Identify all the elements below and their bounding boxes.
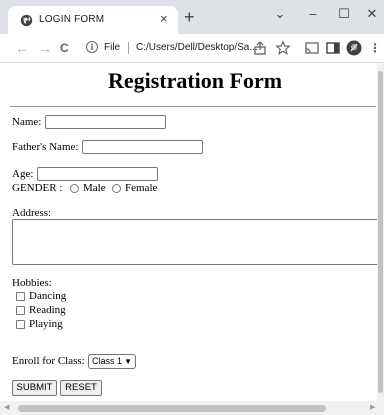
back-button[interactable]: ← <box>15 39 29 57</box>
hobby-reading-label: Reading <box>29 304 66 316</box>
hobby-reading-checkbox[interactable] <box>16 306 25 315</box>
tab-search-dropdown-icon[interactable]: ⌄ <box>270 4 290 24</box>
profile-icon[interactable] <box>346 40 362 56</box>
horizontal-scroll-thumb[interactable] <box>18 405 326 412</box>
gender-male-radio[interactable] <box>70 184 79 193</box>
gender-female-radio[interactable] <box>112 184 121 193</box>
hobby-playing-checkbox[interactable] <box>16 320 25 329</box>
info-icon[interactable]: i <box>86 41 98 53</box>
star-icon[interactable] <box>275 40 291 56</box>
scroll-right-icon[interactable]: ▶ <box>370 403 375 413</box>
gender-female-label: Female <box>125 182 158 194</box>
cast-icon[interactable] <box>304 40 320 56</box>
sidepanel-icon[interactable] <box>325 40 341 56</box>
vertical-scrollbar[interactable] <box>377 63 384 401</box>
class-select[interactable]: Class 1 ▼ <box>88 354 136 369</box>
page-title: Registration Form <box>107 68 283 93</box>
submit-button[interactable]: SUBMIT <box>12 380 57 396</box>
address-textarea[interactable] <box>12 219 377 265</box>
minimize-button[interactable]: – <box>303 4 323 24</box>
page-viewport: Registration Form Name: Father's Name: A… <box>0 63 377 401</box>
scroll-left-icon[interactable]: ◀ <box>4 403 9 413</box>
new-tab-button[interactable]: + <box>184 8 195 26</box>
address-separator <box>128 42 129 54</box>
name-label: Name: <box>12 116 42 128</box>
close-window-button[interactable]: ✕ <box>362 4 382 24</box>
address-scheme: File <box>104 42 121 53</box>
globe-icon <box>20 14 33 27</box>
reload-button[interactable]: C <box>60 39 69 57</box>
hobby-dancing-label: Dancing <box>29 290 67 302</box>
hobby-playing-label: Playing <box>29 318 63 330</box>
vertical-scroll-thumb[interactable] <box>378 71 383 393</box>
menu-icon[interactable]: ⋮ <box>369 40 381 56</box>
father-name-label: Father's Name: <box>12 141 79 153</box>
class-label: Enroll for Class: <box>12 355 85 367</box>
close-tab-icon[interactable]: × <box>160 11 168 27</box>
tab-title: LOGIN FORM <box>39 14 105 25</box>
browser-toolbar: ← → C i File C:/Users/Dell/Desktop/Sa...… <box>0 34 384 63</box>
forward-button[interactable]: → <box>38 39 52 57</box>
father-name-input[interactable] <box>82 140 203 154</box>
gender-male-label: Male <box>83 182 106 194</box>
class-select-value: Class 1 <box>92 356 123 366</box>
chevron-down-icon: ▼ <box>124 357 132 366</box>
gender-label: GENDER : <box>12 182 63 194</box>
hobby-dancing-checkbox[interactable] <box>16 292 25 301</box>
title-divider <box>10 106 376 107</box>
reset-button[interactable]: RESET <box>60 380 102 396</box>
share-icon[interactable] <box>252 40 268 56</box>
name-input[interactable] <box>45 115 166 129</box>
tab-strip: LOGIN FORM × + ⌄ – ☐ ✕ <box>0 0 384 34</box>
maximize-button[interactable]: ☐ <box>334 4 354 24</box>
hobbies-label: Hobbies: <box>12 277 52 289</box>
horizontal-scrollbar[interactable]: ◀ ▶ <box>0 401 384 415</box>
age-label: Age: <box>12 168 34 180</box>
browser-tab[interactable]: LOGIN FORM × <box>8 6 178 34</box>
address-url: C:/Users/Dell/Desktop/Sa... <box>136 42 258 53</box>
age-input[interactable] <box>37 167 158 181</box>
